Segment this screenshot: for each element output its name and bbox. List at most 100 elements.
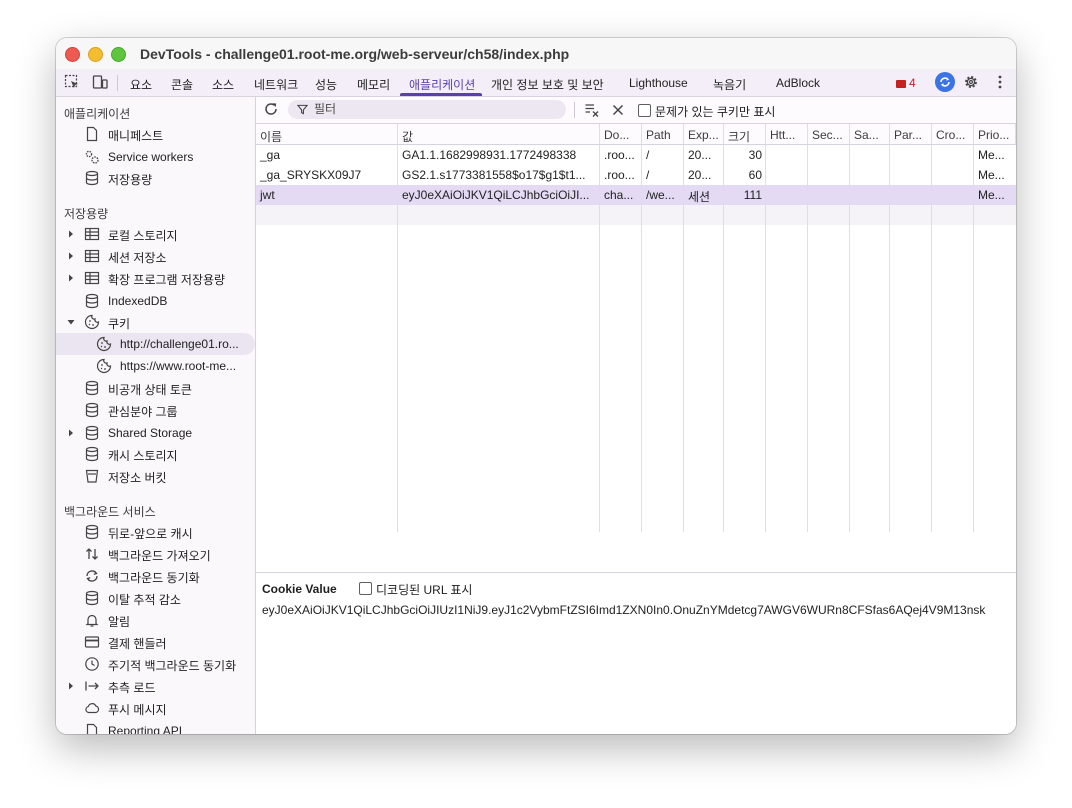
sidebar-item-reporting-api[interactable]: Reporting API <box>56 720 255 734</box>
cell-httponly <box>766 145 808 165</box>
cookie-value-title: Cookie Value <box>262 582 337 596</box>
sidebar-item-bounce-tracking[interactable]: 이탈 추적 감소 <box>56 587 255 609</box>
sidebar-item-label: 이탈 추적 감소 <box>108 593 181 607</box>
sidebar-item-label: 뒤로-앞으로 캐시 <box>108 527 193 541</box>
filter-input[interactable] <box>314 101 554 117</box>
inspect-element-icon[interactable] <box>64 74 80 90</box>
sidebar-item-indexeddb[interactable]: IndexedDB <box>56 290 255 312</box>
filter-box[interactable] <box>288 100 566 119</box>
sidebar-item-bfcache[interactable]: 뒤로-앞으로 캐시 <box>56 521 255 543</box>
expand-arrow-icon[interactable] <box>66 249 76 263</box>
sidebar-item-speculative-loads[interactable]: 추측 로드 <box>56 675 255 697</box>
tab-elements[interactable]: 요소 <box>130 76 152 93</box>
cell-path: / <box>646 168 650 182</box>
close-window-button[interactable] <box>65 47 80 62</box>
sidebar-item-payment-handler[interactable]: 결제 핸들러 <box>56 631 255 653</box>
column-header-expires[interactable]: Exp... <box>684 124 724 145</box>
device-toolbar-icon[interactable] <box>92 74 108 90</box>
sidebar-item-label: 관심분야 그룹 <box>108 405 178 419</box>
sidebar-item-shared-storage[interactable]: Shared Storage <box>56 422 255 444</box>
sidebar-item-cookie-challenge01[interactable]: http://challenge01.ro... <box>56 333 255 355</box>
sidebar-item-interest-groups[interactable]: 관심분야 그룹 <box>56 399 255 421</box>
sidebar-item-push-messaging[interactable]: 푸시 메시지 <box>56 697 255 719</box>
sidebar-item-storage-buckets[interactable]: 저장소 버킷 <box>56 465 255 487</box>
expand-arrow-icon[interactable] <box>66 271 76 285</box>
sidebar-item-service-workers[interactable]: Service workers <box>56 146 255 168</box>
tab-lighthouse[interactable]: Lighthouse <box>629 76 688 90</box>
column-header-value[interactable]: 값 <box>398 124 600 145</box>
collapse-arrow-icon[interactable] <box>66 315 76 329</box>
clock-icon <box>85 657 99 671</box>
column-header-partition-key[interactable]: Par... <box>890 124 932 145</box>
sync-button[interactable] <box>935 72 955 92</box>
cell-partition-key <box>890 185 932 205</box>
sidebar-item-notifications[interactable]: 알림 <box>56 609 255 631</box>
column-header-cross-site[interactable]: Cro... <box>932 124 974 145</box>
table-row[interactable]: _ga_SRYSKX09J7 GS2.1.s1773381558$o17$g1$t… <box>256 165 1016 185</box>
tab-network[interactable]: 네트워크 <box>254 76 298 93</box>
expand-arrow-icon[interactable] <box>66 679 76 693</box>
show-url-decoded-checkbox[interactable] <box>359 582 372 595</box>
table-row[interactable]: _ga GA1.1.1682998931.1772498338 .roo... / 20… <box>256 145 1016 165</box>
tab-sources[interactable]: 소스 <box>212 76 234 93</box>
sidebar-item-background-sync[interactable]: 백그라운드 동기화 <box>56 565 255 587</box>
up-down-arrows-icon <box>86 548 98 560</box>
column-header-size[interactable]: 크기 <box>724 124 766 145</box>
expand-arrow-icon[interactable] <box>66 426 76 440</box>
table-icon <box>84 227 100 241</box>
tab-console[interactable]: 콘솔 <box>171 76 193 93</box>
cell-value: GS2.1.s1773381558$o17$g1$t1... <box>402 168 586 182</box>
tab-application[interactable]: 애플리케이션 <box>409 76 475 93</box>
table-row[interactable]: jwt eyJ0eXAiOiJKV1QiLCJhbGciOiJI... cha...… <box>256 185 1016 205</box>
sidebar-item-label: http://challenge01.ro... <box>120 337 239 351</box>
sidebar-item-local-storage[interactable]: 로컬 스토리지 <box>56 223 255 245</box>
sidebar-item-periodic-background-sync[interactable]: 주기적 백그라운드 동기화 <box>56 653 255 675</box>
delete-selected-icon[interactable] <box>611 103 625 117</box>
issues-badge[interactable]: 4 <box>896 76 916 90</box>
minimize-window-button[interactable] <box>88 47 103 62</box>
column-header-httponly[interactable]: Htt... <box>766 124 808 145</box>
sidebar-item-cookies[interactable]: 쿠키 <box>56 311 255 333</box>
refresh-icon[interactable] <box>263 101 279 117</box>
sidebar-item-label: 로컬 스토리지 <box>108 229 178 243</box>
cell-samesite <box>850 145 890 165</box>
only-issues-label: 문제가 있는 쿠키만 표시 <box>655 105 776 119</box>
cell-partition-key <box>890 165 932 185</box>
database-icon <box>85 446 99 462</box>
cell-partition-key <box>890 145 932 165</box>
tab-recorder[interactable]: 녹음기 <box>713 76 746 93</box>
cell-httponly <box>766 165 808 185</box>
tab-adblock[interactable]: AdBlock <box>776 76 820 90</box>
sidebar-item-cookie-root-me[interactable]: https://www.root-me... <box>56 355 255 377</box>
tab-performance[interactable]: 성능 <box>315 76 337 93</box>
cell-value: eyJ0eXAiOiJKV1QiLCJhbGciOiJI... <box>402 188 590 202</box>
only-issues-checkbox[interactable] <box>638 104 651 117</box>
column-header-path[interactable]: Path <box>642 124 684 145</box>
tab-memory[interactable]: 메모리 <box>357 76 390 93</box>
clear-all-cookies-icon[interactable] <box>584 102 600 118</box>
more-options-icon[interactable] <box>992 74 1008 90</box>
sidebar-item-label: 주기적 백그라운드 동기화 <box>108 659 237 673</box>
sidebar-item-session-storage[interactable]: 세션 저장소 <box>56 245 255 267</box>
cookie-value-text[interactable]: eyJ0eXAiOiJKV1QiLCJhbGciOiJIUzI1NiJ9.eyJ… <box>262 603 985 617</box>
expand-arrow-icon[interactable] <box>66 227 76 241</box>
column-header-domain[interactable]: Do... <box>600 124 642 145</box>
column-header-samesite[interactable]: Sa... <box>850 124 890 145</box>
settings-gear-icon[interactable] <box>963 74 979 90</box>
sidebar-item-background-fetch[interactable]: 백그라운드 가져오기 <box>56 543 255 565</box>
sidebar-item-cache-storage[interactable]: 캐시 스토리지 <box>56 443 255 465</box>
tab-privacy-security[interactable]: 개인 정보 보호 및 보안 <box>491 76 604 93</box>
sidebar-item-extension-storage[interactable]: 확장 프로그램 저장용량 <box>56 267 255 289</box>
cell-cross-site <box>932 145 974 165</box>
sidebar-item-manifest[interactable]: 매니페스트 <box>56 123 255 145</box>
column-header-secure[interactable]: Sec... <box>808 124 850 145</box>
zoom-window-button[interactable] <box>111 47 126 62</box>
column-divider <box>973 145 974 532</box>
cell-httponly <box>766 185 808 205</box>
sidebar-item-storage-overview[interactable]: 저장용량 <box>56 167 255 189</box>
column-header-priority[interactable]: Prio... <box>974 124 1016 145</box>
sidebar-item-private-state-tokens[interactable]: 비공개 상태 토큰 <box>56 377 255 399</box>
issues-icon <box>896 79 906 88</box>
column-header-name[interactable]: 이름 <box>256 124 398 145</box>
devtools-window: DevTools - challenge01.root-me.org/web-s… <box>56 38 1016 734</box>
